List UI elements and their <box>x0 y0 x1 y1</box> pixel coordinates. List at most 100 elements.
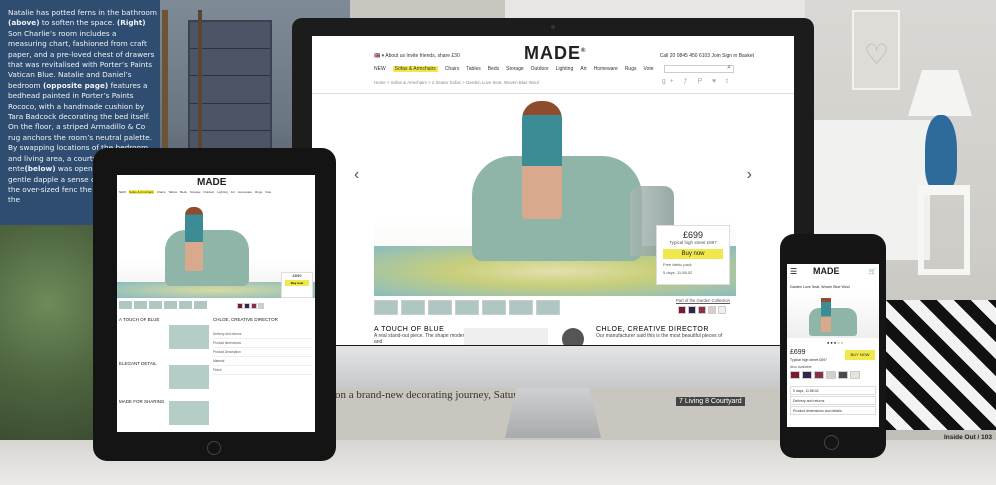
nav-item[interactable]: Rugs <box>255 190 262 194</box>
detail-row[interactable]: 5 days, 11:58:02 <box>790 386 876 395</box>
feature-fabric-pack[interactable]: Free fabric pack <box>657 262 729 267</box>
buy-now-button[interactable]: Buy now <box>663 249 723 259</box>
nav-item[interactable]: Homeware <box>238 190 253 194</box>
header-top-left-links[interactable]: 🇬🇧 ▾ About us Invite friends, share £30 <box>374 53 460 59</box>
colour-swatch[interactable] <box>678 306 686 314</box>
thumbnail[interactable] <box>149 301 162 309</box>
hero-image: £699 Buy now <box>117 202 315 298</box>
colour-swatch[interactable] <box>708 306 716 314</box>
white-stool <box>918 185 970 275</box>
colour-swatch[interactable] <box>826 371 836 379</box>
nav-item[interactable]: Chairs <box>445 66 459 72</box>
nav-item[interactable]: Art <box>231 190 235 194</box>
colour-swatch[interactable] <box>698 306 706 314</box>
thumbnail[interactable] <box>482 300 506 315</box>
search-input[interactable]: ⌕ <box>664 64 734 73</box>
home-button[interactable] <box>824 435 839 450</box>
thumbnail[interactable] <box>164 301 177 309</box>
bold-run: (below) <box>24 164 56 174</box>
nav-item[interactable]: Lighting <box>217 190 228 194</box>
price-box: £699 Typical high street £897 Buy now Fr… <box>656 225 730 285</box>
nav-item[interactable]: Lighting <box>556 66 574 72</box>
detail-row[interactable]: Delivery and returns <box>790 396 876 405</box>
nav-item[interactable]: Chairs <box>157 190 166 194</box>
header-top-right-links[interactable]: Call 20 0845 450 6103 Join Sign in Baske… <box>660 53 754 59</box>
heart-icon: ♡ <box>864 38 890 71</box>
thumbnail[interactable] <box>509 300 533 315</box>
ipad-device: MADE NEW Sofas & Armchairs Chairs Tables Bed… <box>93 148 336 461</box>
detail-row[interactable]: Product dimensions <box>213 339 313 348</box>
colour-swatch[interactable] <box>850 371 860 379</box>
detail-row[interactable]: Product dimensions and details <box>790 406 876 415</box>
colour-swatch[interactable] <box>838 371 848 379</box>
colour-swatch[interactable] <box>790 371 800 379</box>
colour-swatch[interactable] <box>802 371 812 379</box>
colour-swatch[interactable] <box>251 303 257 309</box>
colour-swatch[interactable] <box>237 303 243 309</box>
thumbnail[interactable] <box>455 300 479 315</box>
nav-item[interactable]: NEW <box>374 66 386 72</box>
home-button[interactable] <box>207 441 221 455</box>
nav-item[interactable]: Vote <box>644 66 654 72</box>
thumbnail[interactable] <box>194 301 207 309</box>
thumbnail[interactable] <box>428 300 452 315</box>
thumbnail[interactable] <box>119 301 132 309</box>
nav-item[interactable]: Outdoor <box>203 190 214 194</box>
nav-item[interactable]: Tables <box>466 66 480 72</box>
colour-swatches <box>678 306 726 314</box>
nav-item[interactable]: Tables <box>168 190 177 194</box>
nav-item[interactable]: Beds <box>180 190 187 194</box>
nav-item[interactable]: Art <box>580 66 586 72</box>
also-available-label: Also available <box>790 365 812 369</box>
thumbnail[interactable] <box>374 300 398 315</box>
nav-item[interactable]: NEW <box>119 190 126 194</box>
nav-item[interactable]: Rugs <box>625 66 637 72</box>
thumbnail[interactable] <box>179 301 192 309</box>
carousel-dots[interactable]: ●●●○○ <box>827 340 844 345</box>
thumbnail[interactable] <box>134 301 147 309</box>
logo-mark: ® <box>581 48 587 54</box>
nav-item[interactable]: Sofas & Armchairs <box>129 190 154 194</box>
price: £699 <box>790 349 806 356</box>
detail-row[interactable]: Finish <box>213 366 313 375</box>
nav-item[interactable]: Vote <box>265 190 271 194</box>
detail-row[interactable]: Product Description <box>213 348 313 357</box>
nav-item[interactable]: Beds <box>488 66 499 72</box>
high-street-price: Typical high street £897 <box>790 358 827 362</box>
colour-swatch[interactable] <box>244 303 250 309</box>
colour-swatches <box>237 303 264 309</box>
hero-image <box>787 292 879 338</box>
colour-swatch[interactable] <box>814 371 824 379</box>
wooden-chair <box>162 10 202 150</box>
imac-chin <box>292 346 814 388</box>
prev-arrow-icon[interactable]: ‹ <box>354 166 359 184</box>
nav-item[interactable]: Sofas & Armchairs <box>392 66 438 72</box>
social-icons[interactable]: g+ ƒ P ♥ t <box>662 78 732 85</box>
collection-link[interactable]: Part of the Garden Collection <box>676 298 730 303</box>
made-logo[interactable]: MADE® <box>524 43 586 64</box>
made-logo[interactable]: MADE <box>197 177 226 188</box>
nav-item[interactable]: Outdoor <box>531 66 549 72</box>
nav-item[interactable]: Storage <box>506 66 524 72</box>
hero-model <box>522 101 562 219</box>
thumbnail[interactable] <box>536 300 560 315</box>
buy-now-button[interactable]: BUY NOW <box>845 350 875 360</box>
colour-swatch[interactable] <box>718 306 726 314</box>
ipad-screen: MADE NEW Sofas & Armchairs Chairs Tables Bed… <box>117 175 315 432</box>
buy-now-button[interactable]: Buy now <box>285 280 309 286</box>
magazine-bottom-text: on a brand-new decorating journey, Satur… <box>335 389 578 401</box>
colour-swatch[interactable] <box>258 303 264 309</box>
thumbnail[interactable] <box>401 300 425 315</box>
colour-swatch[interactable] <box>688 306 696 314</box>
menu-icon[interactable]: ☰ <box>790 267 797 276</box>
made-logo[interactable]: MADE <box>813 266 840 276</box>
basket-icon[interactable]: 🛒 <box>869 268 876 275</box>
next-arrow-icon[interactable]: › <box>747 166 752 184</box>
detail-row[interactable]: Delivery and returns <box>213 330 313 339</box>
breadcrumb[interactable]: Home > Sofas & Armchairs > 2 Seater Sofa… <box>374 80 539 85</box>
nav-item[interactable]: Homeware <box>594 66 618 72</box>
nav-item[interactable]: Storage <box>190 190 201 194</box>
photo-caption: 7 Living 8 Courtyard <box>676 397 745 406</box>
site-header: 🇬🇧 ▾ About us Invite friends, share £30 … <box>312 36 794 94</box>
detail-row[interactable]: Material <box>213 357 313 366</box>
